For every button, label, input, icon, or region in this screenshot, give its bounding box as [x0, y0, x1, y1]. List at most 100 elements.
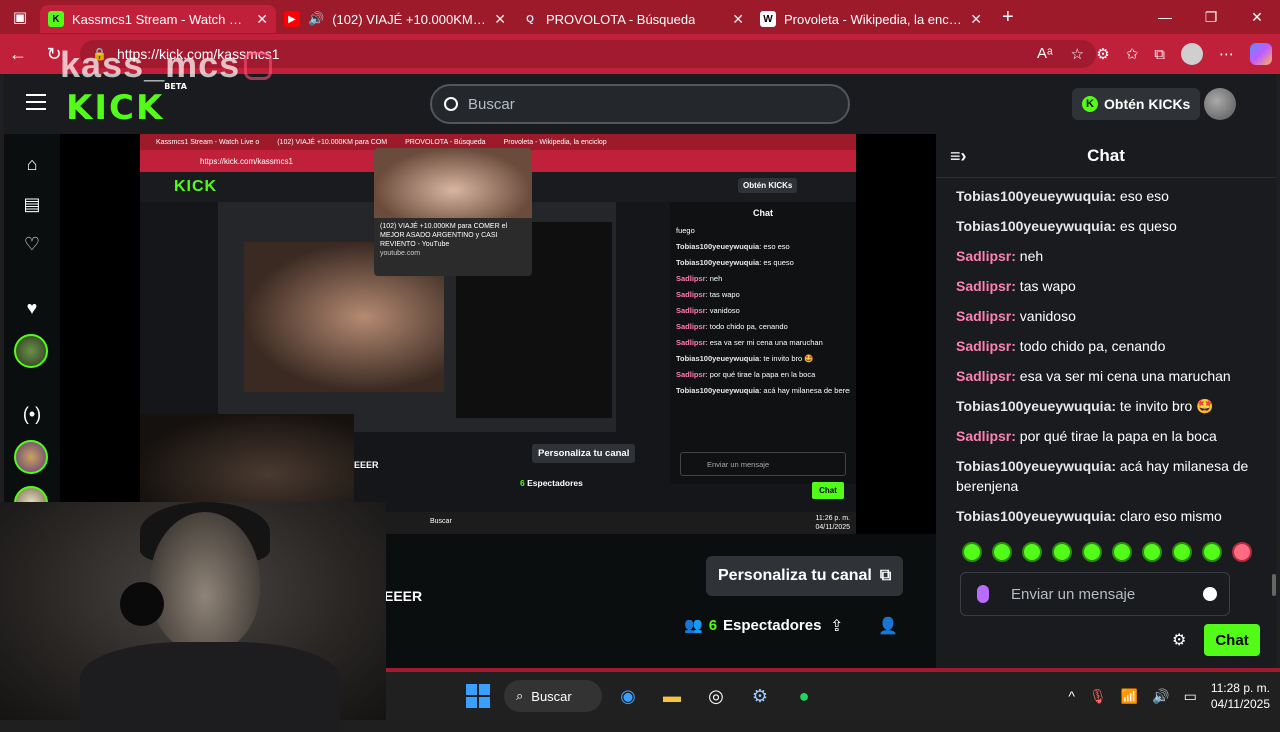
tab-title: Provoleta - Wikipedia, la enciclop — [784, 11, 963, 27]
taskbar-search[interactable]: ⌕ Buscar — [504, 680, 602, 712]
captured-tab-title: (102) VIAJÉ +10.000KM para COM — [277, 138, 388, 146]
tab-wikipedia[interactable]: W Provoleta - Wikipedia, la enciclop ✕ — [752, 5, 990, 33]
personaliza-canal-button[interactable]: Personaliza tu canal ⧉ — [706, 556, 904, 596]
captured-chat-line: Tobias100yeueywuquia: es queso — [676, 258, 850, 267]
captured-chat-user: Sadlipsr — [676, 322, 706, 331]
chat-message-text: vanidoso — [1015, 308, 1076, 324]
tray-chevron-icon[interactable]: ^ — [1068, 688, 1075, 704]
search-input[interactable]: Buscar — [430, 84, 850, 124]
chat-username[interactable]: Tobias100yeueywuquia: — [956, 508, 1116, 524]
close-window-icon[interactable]: ✕ — [1234, 0, 1280, 34]
minimize-icon[interactable]: — — [1142, 0, 1188, 34]
captured-spectators-label: Espectadores — [527, 478, 583, 488]
stream-video-player[interactable]: Kassmcs1 Stream - Watch Live o (102) VIA… — [60, 134, 936, 534]
profile-avatar[interactable] — [1181, 43, 1203, 65]
emote-icon[interactable] — [1082, 542, 1102, 562]
emote-icon[interactable] — [1232, 542, 1252, 562]
more-options-icon[interactable]: ⋯ — [1219, 45, 1234, 63]
live-channels-icon[interactable]: (•) — [18, 400, 46, 428]
obs-icon[interactable]: ◎ — [700, 680, 732, 712]
restore-icon[interactable]: ❐ — [1188, 0, 1234, 34]
captured-chat-user: Tobias100yeueywuquia — [676, 354, 760, 363]
spotify-icon[interactable]: ● — [788, 680, 820, 712]
collections-icon[interactable]: ⧉ — [1154, 46, 1165, 63]
taskbar-search-icon: ⌕ — [516, 688, 524, 703]
emote-icon[interactable] — [1202, 542, 1222, 562]
volume-icon[interactable]: 🔊 — [1152, 688, 1169, 705]
chat-username[interactable]: Sadlipsr: — [956, 248, 1016, 264]
chat-message-text: todo chido pa, cenando — [1015, 338, 1166, 354]
captured-tab-title: Kassmcs1 Stream - Watch Live o — [156, 138, 260, 146]
emote-icon[interactable] — [962, 542, 982, 562]
user-avatar[interactable] — [1204, 88, 1236, 120]
taskbar-clock[interactable]: 11:28 p. m. 04/11/2025 — [1211, 680, 1270, 712]
browse-icon[interactable]: ▤ — [18, 190, 46, 218]
kick-logo[interactable]: KICKBETA — [66, 82, 187, 128]
chat-username[interactable]: Sadlipsr: — [956, 308, 1016, 324]
home-icon[interactable]: ⌂ — [18, 150, 46, 178]
chat-username[interactable]: Sadlipsr: — [956, 338, 1016, 354]
favorite-star-icon[interactable]: ☆ — [1071, 45, 1084, 63]
chat-settings-gear-icon[interactable]: ⚙ — [1172, 630, 1186, 650]
chat-username[interactable]: Tobias100yeueywuquia: — [956, 398, 1116, 414]
close-tab-icon[interactable]: ✕ — [970, 11, 982, 28]
favorites-icon[interactable]: ✩ — [1126, 45, 1139, 63]
captured-chat-line: Sadlipsr: neh — [676, 274, 850, 283]
following-icon[interactable]: ♡ — [18, 230, 46, 258]
chat-username[interactable]: Tobias100yeueywuquia: — [956, 188, 1116, 204]
chat-username[interactable]: Tobias100yeueywuquia: — [956, 218, 1116, 234]
clock-time: 11:28 p. m. — [1210, 681, 1270, 695]
read-aloud-icon[interactable]: Aᵃ — [1037, 45, 1053, 63]
chat-username[interactable]: Sadlipsr: — [956, 368, 1016, 384]
extensions-icon[interactable]: ⚙ — [1096, 45, 1109, 63]
battery-icon[interactable]: ▭ — [1184, 688, 1197, 705]
close-tab-icon[interactable]: ✕ — [256, 11, 268, 28]
new-tab-icon[interactable]: + — [1002, 6, 1014, 29]
edge-browser-icon[interactable]: ◉ — [612, 680, 644, 712]
tab-bing-search[interactable]: Q PROVOLOTA - Búsqueda ✕ — [514, 5, 752, 33]
chat-username[interactable]: Tobias100yeueywuquia: — [956, 458, 1116, 474]
wifi-icon[interactable]: 📶 — [1121, 688, 1138, 705]
get-kicks-button[interactable]: K Obtén KICKs — [1072, 88, 1201, 120]
microphone-icon[interactable] — [977, 585, 989, 603]
collapse-chat-icon[interactable]: ≡› — [950, 146, 967, 167]
share-icon[interactable]: ⇪ — [830, 616, 843, 636]
chat-scrollbar[interactable] — [1272, 574, 1276, 596]
chat-send-button[interactable]: Chat — [1204, 624, 1260, 656]
chat-message: Tobias100yeueywuquia: acá hay milanesa d… — [956, 456, 1266, 496]
file-explorer-icon[interactable]: ▬ — [656, 680, 688, 712]
tab-kick-stream[interactable]: K Kassmcs1 Stream - Watch Live on ✕ — [40, 5, 276, 33]
emote-icon[interactable] — [1112, 542, 1132, 562]
captured-chat-line: Tobias100yeueywuquia: acá hay milanesa d… — [676, 386, 850, 395]
emote-icon[interactable] — [992, 542, 1012, 562]
hamburger-menu-icon[interactable] — [26, 94, 46, 110]
chat-username[interactable]: Sadlipsr: — [956, 428, 1016, 444]
chat-username-text: Sadlipsr — [956, 248, 1012, 264]
chat-username[interactable]: Sadlipsr: — [956, 278, 1016, 294]
emoji-picker-icon[interactable] — [1203, 587, 1217, 601]
chat-message-input[interactable]: Enviar un mensaje — [960, 572, 1230, 616]
windows-start-icon[interactable] — [462, 680, 494, 712]
close-tab-icon[interactable]: ✕ — [732, 11, 744, 28]
emote-icon[interactable] — [1142, 542, 1162, 562]
tab-youtube-video[interactable]: ▶ 🔊 (102) VIAJÉ +10.000KM para ✕ — [276, 5, 514, 33]
channel-avatar[interactable] — [14, 334, 48, 368]
captured-chat-text: : por qué tirae la papa en la boca — [705, 370, 816, 379]
channel-avatar[interactable] — [14, 440, 48, 474]
copilot-icon[interactable] — [1250, 43, 1272, 65]
captured-chat-user: Sadlipsr — [676, 274, 706, 283]
emote-icon[interactable] — [1022, 542, 1042, 562]
back-arrow-icon[interactable]: ← — [0, 34, 36, 74]
close-tab-icon[interactable]: ✕ — [494, 11, 506, 28]
chat-message: Tobias100yeueywuquia: te invito bro 🤩 — [956, 396, 1266, 416]
microphone-tray-icon[interactable]: 🎙 — [1089, 688, 1107, 705]
followed-heart-icon[interactable]: ♥ — [18, 294, 46, 322]
emote-icon[interactable] — [1052, 542, 1072, 562]
captured-chat-text: : tas wapo — [705, 290, 740, 299]
steam-icon[interactable]: ⚙ — [744, 680, 776, 712]
streamer-name[interactable]: EEER — [384, 588, 422, 604]
workspaces-icon[interactable]: ▣ — [0, 0, 40, 34]
follow-user-icon[interactable]: 👤 — [878, 616, 898, 636]
emote-icon[interactable] — [1172, 542, 1192, 562]
speaker-icon[interactable]: 🔊 — [308, 11, 324, 27]
